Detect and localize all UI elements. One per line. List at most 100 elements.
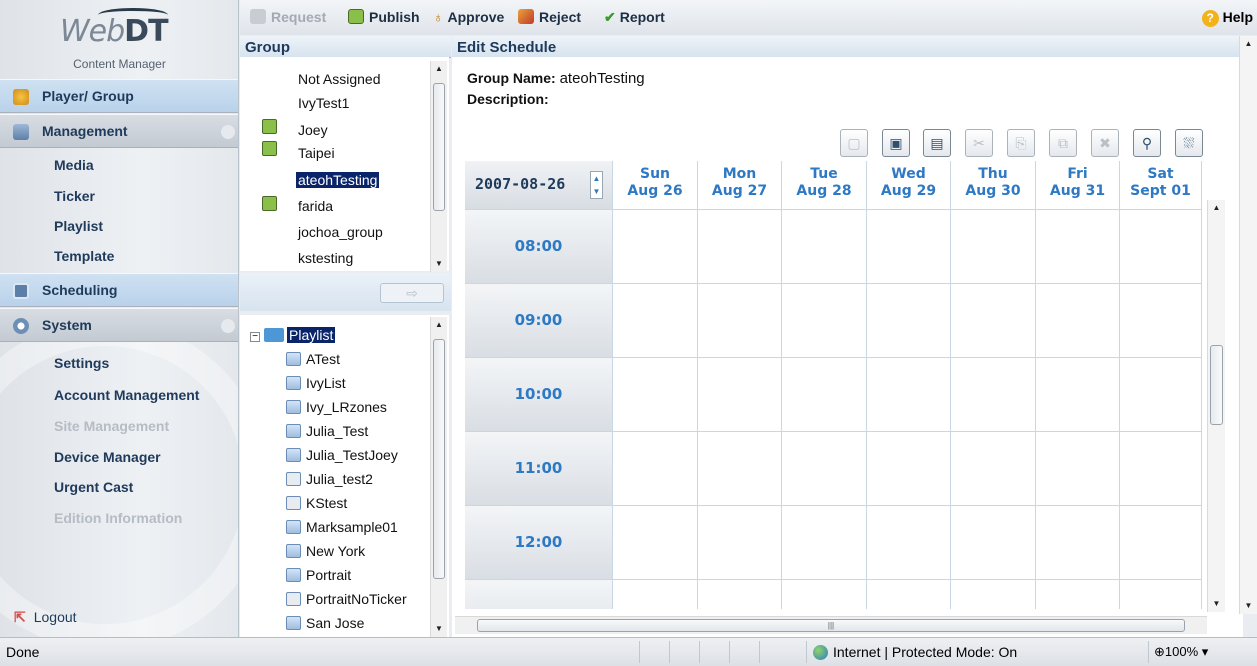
nav-item-urgent-cast[interactable]: Urgent Cast bbox=[54, 479, 133, 495]
playlist-item[interactable]: Ivy_LRzones bbox=[286, 399, 387, 415]
reject-button[interactable]: Reject bbox=[518, 9, 581, 25]
schedule-cell[interactable] bbox=[1036, 358, 1120, 431]
report-button[interactable]: ✔ Report bbox=[604, 9, 665, 26]
schedule-cell[interactable] bbox=[613, 432, 698, 505]
nav-item-account-management[interactable]: Account Management bbox=[54, 387, 199, 403]
nav-section-player-group[interactable]: Player/ Group bbox=[0, 79, 238, 113]
group-item-taipei[interactable]: Taipei bbox=[298, 145, 335, 161]
new-icon: ▢ bbox=[840, 129, 868, 157]
schedule-cell[interactable] bbox=[698, 506, 782, 579]
schedule-cell[interactable] bbox=[951, 580, 1036, 609]
schedule-cell[interactable] bbox=[867, 580, 951, 609]
playlist-item[interactable]: ATest bbox=[286, 351, 340, 367]
logout-link[interactable]: ⇱ Logout bbox=[14, 609, 77, 626]
schedule-cell[interactable] bbox=[782, 432, 867, 505]
search-icon[interactable]: ⚲ bbox=[1133, 129, 1161, 157]
schedule-cell[interactable] bbox=[613, 580, 698, 609]
schedule-vertical-scrollbar[interactable]: ▲ ▼ bbox=[1207, 200, 1225, 612]
help-button[interactable]: ? Help bbox=[1201, 9, 1253, 27]
schedule-cell[interactable] bbox=[782, 210, 867, 283]
playlist-item[interactable]: KStest bbox=[286, 495, 347, 511]
nav-item-playlist[interactable]: Playlist bbox=[54, 218, 103, 234]
nav-item-media[interactable]: Media bbox=[54, 157, 94, 173]
schedule-cell[interactable] bbox=[951, 210, 1036, 283]
schedule-cell[interactable] bbox=[1120, 580, 1202, 609]
group-icon bbox=[262, 141, 277, 156]
collapse-icon[interactable]: − bbox=[250, 332, 260, 342]
schedule-cell[interactable] bbox=[782, 284, 867, 357]
schedule-cell[interactable] bbox=[867, 432, 951, 505]
schedule-cell[interactable] bbox=[613, 210, 698, 283]
playlist-item[interactable]: New York bbox=[286, 543, 365, 559]
group-item-joey[interactable]: Joey bbox=[298, 122, 328, 138]
schedule-cell[interactable] bbox=[613, 358, 698, 431]
schedule-cell[interactable] bbox=[951, 284, 1036, 357]
find-icon[interactable]: ⛆ bbox=[1175, 129, 1203, 157]
zoom-control[interactable]: ⊕100% ▾ bbox=[1154, 644, 1208, 660]
schedule-cell[interactable] bbox=[698, 580, 782, 609]
properties-icon[interactable]: ▤ bbox=[923, 129, 951, 157]
group-item-ateohtesting[interactable]: ateohTesting bbox=[296, 172, 380, 188]
schedule-cell[interactable] bbox=[1120, 284, 1202, 357]
schedule-cell[interactable] bbox=[1120, 210, 1202, 283]
group-item-farida[interactable]: farida bbox=[298, 198, 333, 214]
assign-arrow-button[interactable]: ⇨ bbox=[380, 283, 444, 303]
schedule-cell[interactable] bbox=[698, 432, 782, 505]
approve-button[interactable]: ♁ Approve bbox=[433, 9, 504, 25]
schedule-cell[interactable] bbox=[1036, 210, 1120, 283]
nav-item-device-manager[interactable]: Device Manager bbox=[54, 449, 161, 465]
schedule-cell[interactable] bbox=[867, 358, 951, 431]
copy-schedule-icon[interactable]: ▣ bbox=[882, 129, 910, 157]
playlist-item[interactable]: Julia_TestJoey bbox=[286, 447, 398, 463]
schedule-cell[interactable] bbox=[1120, 506, 1202, 579]
schedule-cell[interactable] bbox=[951, 506, 1036, 579]
schedule-cell[interactable] bbox=[867, 210, 951, 283]
schedule-cell[interactable] bbox=[698, 210, 782, 283]
nav-item-settings[interactable]: Settings bbox=[54, 355, 109, 371]
playlist-scrollbar[interactable]: ▲ ▼ bbox=[430, 317, 447, 637]
playlist-item[interactable]: IvyList bbox=[286, 375, 346, 391]
nav-item-template[interactable]: Template bbox=[54, 248, 114, 264]
publish-button[interactable]: Publish bbox=[348, 9, 420, 25]
schedule-cell[interactable] bbox=[698, 358, 782, 431]
nav-section-scheduling[interactable]: Scheduling bbox=[0, 273, 238, 307]
playlist-item[interactable]: PortraitNoTicker bbox=[286, 591, 407, 607]
nav-section-management[interactable]: Management bbox=[0, 114, 238, 148]
schedule-cell[interactable] bbox=[1120, 432, 1202, 505]
group-item-jochoa-group[interactable]: jochoa_group bbox=[298, 224, 383, 240]
playlist-root[interactable]: − Playlist bbox=[250, 327, 336, 343]
schedule-cell[interactable] bbox=[1036, 284, 1120, 357]
schedule-cell[interactable] bbox=[867, 506, 951, 579]
playlist-item[interactable]: Julia_Test bbox=[286, 423, 368, 439]
date-spinner[interactable]: ▲ ▼ bbox=[590, 171, 603, 199]
schedule-cell[interactable] bbox=[1036, 580, 1120, 609]
schedule-cell[interactable] bbox=[782, 358, 867, 431]
schedule-cell[interactable] bbox=[1120, 358, 1202, 431]
group-item-kstesting[interactable]: kstesting bbox=[298, 250, 353, 266]
schedule-cell[interactable] bbox=[1036, 432, 1120, 505]
schedule-cell[interactable] bbox=[782, 580, 867, 609]
playlist-item[interactable]: Portrait bbox=[286, 567, 351, 583]
date-picker[interactable]: 2007-08-26 ▲ ▼ bbox=[465, 161, 613, 209]
page-scrollbar[interactable]: ▲ ▼ bbox=[1239, 36, 1257, 614]
playlist-item[interactable]: Julia_test2 bbox=[286, 471, 373, 487]
schedule-cell[interactable] bbox=[951, 358, 1036, 431]
nav-item-ticker[interactable]: Ticker bbox=[54, 188, 95, 204]
schedule-cell[interactable] bbox=[867, 284, 951, 357]
group-list-scrollbar[interactable]: ▲ ▼ bbox=[430, 61, 447, 272]
schedule-cell[interactable] bbox=[782, 506, 867, 579]
schedule-cell[interactable] bbox=[1036, 506, 1120, 579]
schedule-cell[interactable] bbox=[698, 284, 782, 357]
schedule-cell[interactable] bbox=[613, 506, 698, 579]
schedule-cell[interactable] bbox=[951, 432, 1036, 505]
group-item-ivytest1[interactable]: IvyTest1 bbox=[298, 95, 349, 111]
request-button[interactable]: Request bbox=[250, 9, 326, 25]
group-item-not-assigned[interactable]: Not Assigned bbox=[298, 71, 381, 87]
schedule-horizontal-scrollbar[interactable]: ||| bbox=[455, 616, 1207, 634]
time-label: 13:00 bbox=[465, 580, 613, 609]
nav-section-system[interactable]: System bbox=[0, 308, 238, 342]
security-zone[interactable]: Internet | Protected Mode: On bbox=[813, 644, 1017, 660]
playlist-item[interactable]: San Jose bbox=[286, 615, 364, 631]
playlist-item[interactable]: Marksample01 bbox=[286, 519, 398, 535]
schedule-cell[interactable] bbox=[613, 284, 698, 357]
